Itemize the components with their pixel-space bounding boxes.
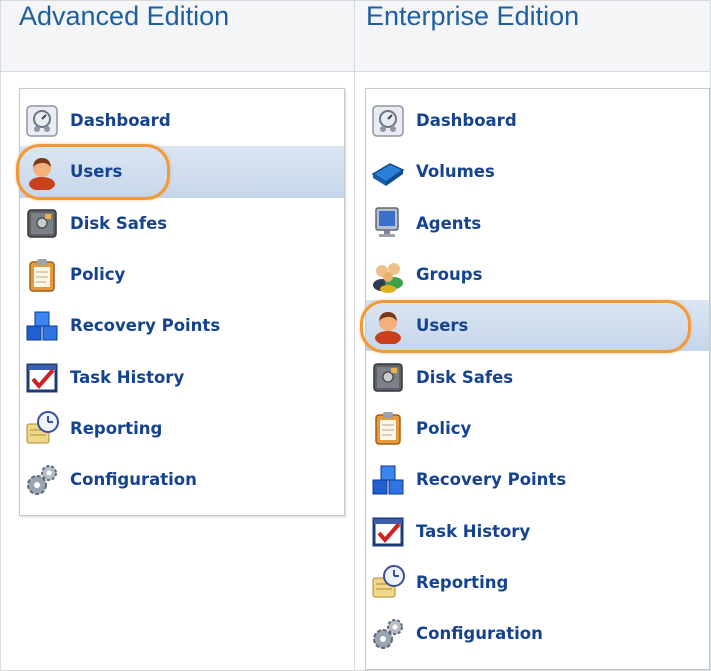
dashboard-icon: [370, 103, 406, 139]
nav-item-label: Recovery Points: [416, 470, 567, 490]
volumes-icon: [370, 154, 406, 190]
task-history-icon: [370, 513, 406, 549]
enterprise-nav-item-volumes[interactable]: Volumes: [366, 146, 709, 197]
task-history-icon: [24, 359, 60, 395]
reporting-icon: [24, 410, 60, 446]
enterprise-nav-item-agents[interactable]: Agents: [366, 198, 709, 249]
enterprise-nav-item-reporting[interactable]: Reporting: [366, 557, 709, 608]
advanced-nav-item-configuration[interactable]: Configuration: [20, 454, 344, 505]
nav-item-label: Configuration: [70, 470, 197, 490]
nav-item-label: Groups: [416, 265, 483, 285]
nav-item-label: Volumes: [416, 162, 495, 182]
clipboard-icon: [24, 257, 60, 293]
nav-item-label: Users: [70, 162, 123, 182]
nav-item-label: Disk Safes: [416, 367, 514, 387]
nav-item-label: Reporting: [416, 572, 509, 592]
advanced-nav-menu: Dashboard Users Disk Safes Policy Recovery P…: [16, 88, 345, 517]
advanced-nav-item-users[interactable]: Users: [16, 144, 344, 201]
advanced-nav-item-disk-safes[interactable]: Disk Safes: [20, 198, 344, 249]
enterprise-nav-item-recovery-points[interactable]: Recovery Points: [366, 454, 709, 505]
advanced-nav-item-dashboard[interactable]: Dashboard: [20, 95, 344, 146]
user-icon: [24, 154, 60, 191]
nav-item-label: Users: [416, 316, 469, 336]
dashboard-icon: [24, 103, 60, 139]
enterprise-edition-header: Enterprise Edition: [354, 0, 711, 72]
enterprise-nav-item-dashboard[interactable]: Dashboard: [366, 95, 709, 146]
nav-item-label: Disk Safes: [70, 213, 168, 233]
nav-item-label: Task History: [416, 521, 531, 541]
advanced-edition-cell: Dashboard Users Disk Safes Policy Recovery P…: [0, 70, 355, 671]
advanced-nav-item-reporting[interactable]: Reporting: [20, 403, 344, 454]
advanced-nav-item-recovery-points[interactable]: Recovery Points: [20, 300, 344, 351]
monitor-icon: [370, 205, 406, 241]
enterprise-nav-item-task-history[interactable]: Task History: [366, 505, 709, 556]
cubes-icon: [24, 308, 60, 344]
enterprise-nav-item-policy[interactable]: Policy: [366, 403, 709, 454]
advanced-edition-header: Advanced Edition: [0, 0, 355, 72]
gears-icon: [24, 462, 60, 498]
enterprise-nav-item-users[interactable]: Users: [360, 300, 709, 354]
nav-item-label: Policy: [70, 265, 126, 285]
gears-icon: [370, 616, 406, 652]
advanced-nav-item-policy[interactable]: Policy: [20, 249, 344, 300]
user-icon: [370, 308, 406, 345]
nav-item-label: Configuration: [416, 624, 543, 644]
nav-item-label: Recovery Points: [70, 316, 221, 336]
enterprise-nav-item-configuration[interactable]: Configuration: [366, 608, 709, 659]
enterprise-nav-item-groups[interactable]: Groups: [366, 249, 709, 300]
clipboard-icon: [370, 410, 406, 446]
nav-item-label: Agents: [416, 213, 482, 233]
body-row: Dashboard Users Disk Safes Policy Recovery P…: [0, 70, 711, 671]
reporting-icon: [370, 564, 406, 600]
cubes-icon: [370, 462, 406, 498]
group-icon: [370, 257, 406, 293]
nav-item-label: Task History: [70, 367, 185, 387]
enterprise-nav-item-disk-safes[interactable]: Disk Safes: [366, 351, 709, 402]
enterprise-nav-menu: Dashboard Volumes Agents Groups Users Disk Sa…: [360, 88, 710, 671]
advanced-nav-item-task-history[interactable]: Task History: [20, 351, 344, 402]
edition-comparison-table: Advanced Edition Enterprise Edition Dash…: [0, 0, 711, 671]
enterprise-edition-cell: Dashboard Volumes Agents Groups Users Disk Sa…: [354, 70, 711, 671]
nav-item-label: Dashboard: [70, 111, 171, 131]
nav-item-label: Dashboard: [416, 111, 517, 131]
nav-item-label: Policy: [416, 418, 472, 438]
nav-item-label: Reporting: [70, 418, 163, 438]
highlight-outline: [360, 300, 691, 354]
safe-icon: [24, 205, 60, 241]
header-row: Advanced Edition Enterprise Edition: [0, 0, 711, 72]
safe-icon: [370, 359, 406, 395]
